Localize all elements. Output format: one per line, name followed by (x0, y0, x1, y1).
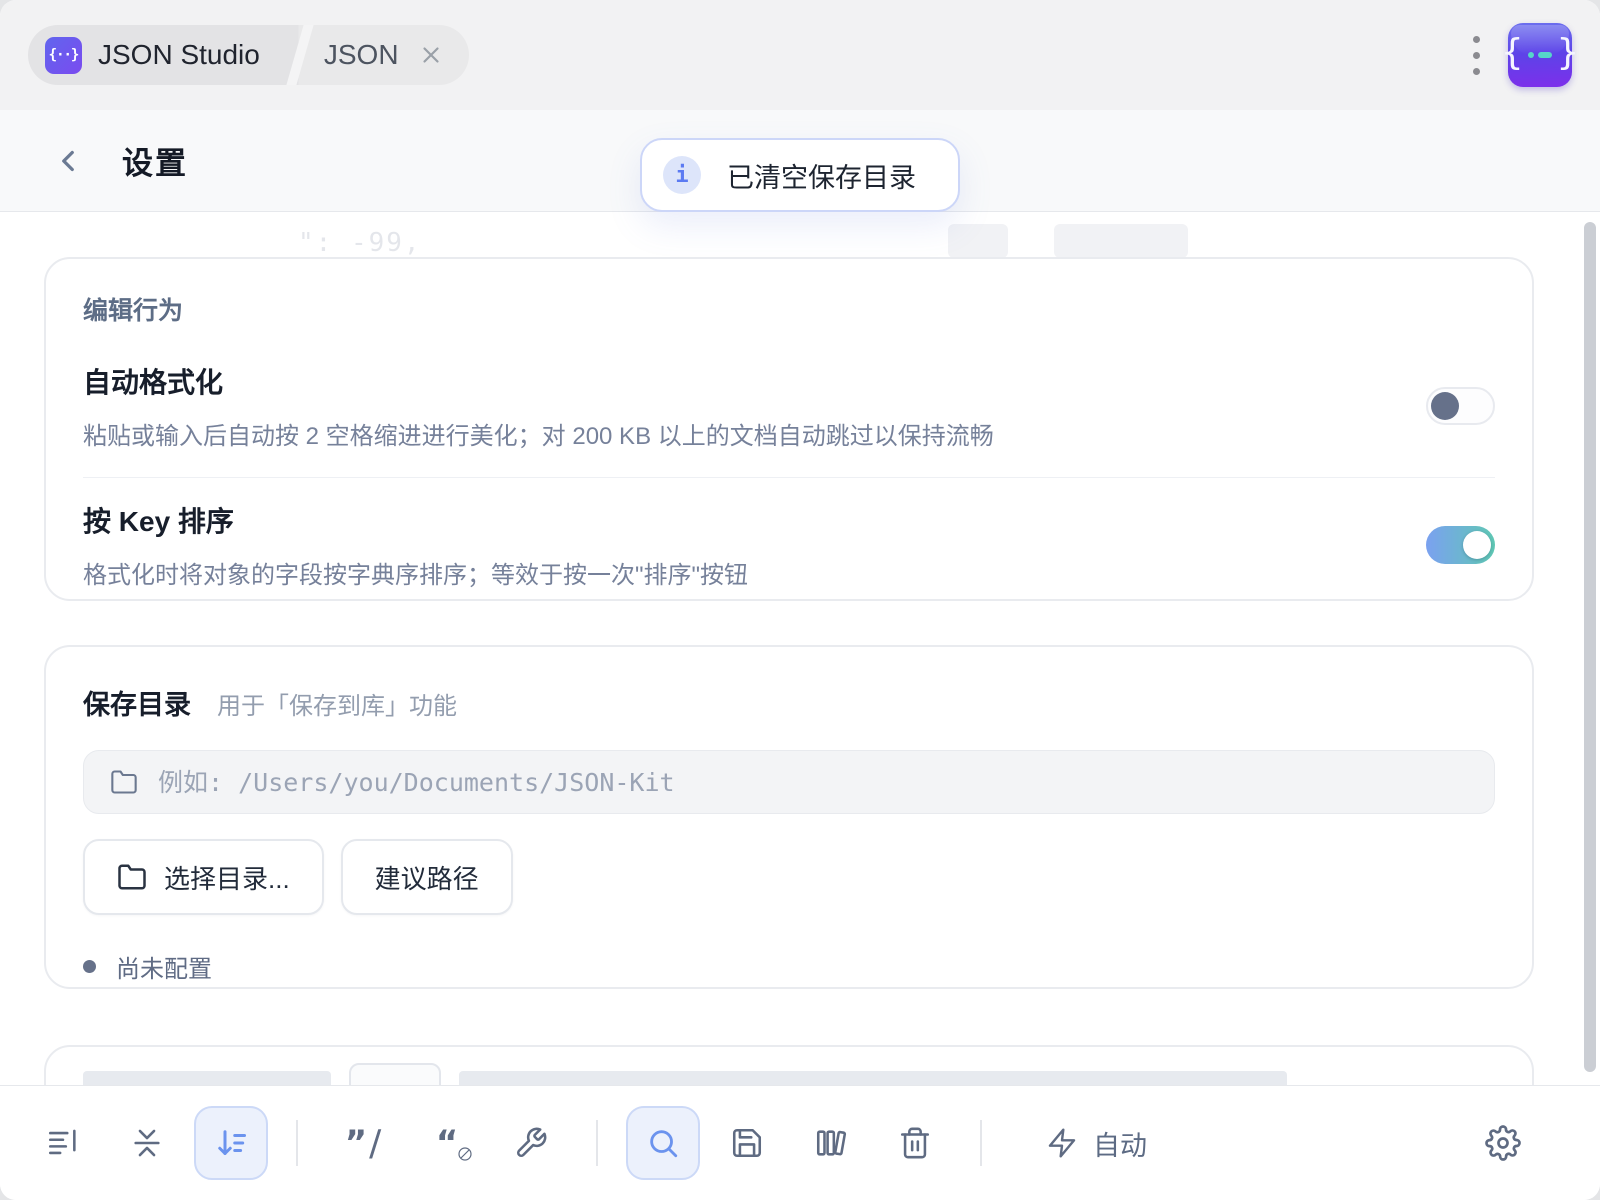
save-button[interactable] (710, 1106, 784, 1180)
choose-directory-label: 选择目录... (164, 859, 290, 896)
save-directory-subtitle: 用于「保存到库」功能 (217, 686, 457, 721)
setting-sortkeys-text: 按 Key 排序 格式化时将对象的字段按字典序排序；等效于按一次"排序"按钮 (83, 500, 748, 590)
setting-autoformat-text: 自动格式化 粘贴或输入后自动按 2 空格缩进进行美化；对 200 KB 以上的文… (83, 361, 994, 451)
save-directory-input[interactable] (158, 768, 1468, 797)
folder-icon (110, 768, 138, 796)
search-button[interactable] (626, 1106, 700, 1180)
minify-button[interactable] (110, 1106, 184, 1180)
toolbar-divider (596, 1120, 598, 1166)
sortkeys-toggle[interactable] (1426, 526, 1495, 564)
autoformat-toggle[interactable] (1426, 387, 1495, 425)
sort-keys-button[interactable] (194, 1106, 268, 1180)
app-logo-icon[interactable]: { } (1508, 23, 1572, 87)
format-icon (46, 1126, 80, 1160)
info-icon: i (663, 156, 701, 194)
setting-row-sortkeys: 按 Key 排序 格式化时将对象的字段按字典序排序；等效于按一次"排序"按钮 (46, 478, 1532, 616)
editor-ghost-text: ": -99, (298, 228, 422, 258)
search-icon (646, 1126, 680, 1160)
choose-directory-button[interactable]: 选择目录... (83, 839, 324, 915)
clear-button[interactable] (878, 1106, 952, 1180)
quotes-slash-icon: ”/ (341, 1121, 385, 1165)
folder-icon (117, 862, 147, 892)
bottom-toolbar: ”/ “ (0, 1085, 1600, 1200)
library-icon (814, 1126, 848, 1160)
editor-ghost-chip (948, 224, 1008, 258)
tab-app-label: JSON Studio (98, 39, 260, 71)
convert-quotes-button[interactable]: ”/ (326, 1106, 400, 1180)
tab-document[interactable]: JSON (314, 25, 469, 85)
setting-sortkeys-description: 格式化时将对象的字段按字典序排序；等效于按一次"排序"按钮 (83, 555, 748, 590)
setting-row-autoformat: 自动格式化 粘贴或输入后自动按 2 空格缩进进行美化；对 200 KB 以上的文… (46, 339, 1532, 477)
card-editing-behavior: 编辑行为 自动格式化 粘贴或输入后自动按 2 空格缩进进行美化；对 200 KB… (44, 257, 1534, 601)
card-partial-clipped-row (83, 1071, 1495, 1085)
scrollbar-thumb[interactable] (1584, 222, 1596, 1072)
trash-icon (898, 1126, 932, 1160)
logo-accent-marks (1528, 52, 1552, 58)
format-button[interactable] (26, 1106, 100, 1180)
wrench-icon (514, 1126, 548, 1160)
toolbar-divider (980, 1120, 982, 1166)
card-save-directory: 保存目录 用于「保存到库」功能 选择目录... 建议路径 (44, 645, 1534, 989)
toast-notification: i 已清空保存目录 (640, 138, 960, 212)
suggest-path-button[interactable]: 建议路径 (341, 839, 513, 915)
save-directory-status: 尚未配置 (83, 949, 1495, 984)
brace-right-glyph: } (1557, 35, 1579, 71)
strip-quotes-button[interactable]: “ (410, 1106, 484, 1180)
brace-left-glyph: { (1501, 35, 1523, 71)
editor-ghost-chip (1054, 224, 1188, 258)
toast-message: 已清空保存目录 (727, 156, 916, 195)
sort-descending-icon (213, 1125, 249, 1161)
settings-button[interactable] (1466, 1106, 1540, 1180)
card-editing-title: 编辑行为 (83, 291, 1495, 327)
status-dot-icon (83, 960, 96, 973)
back-button[interactable] (46, 139, 90, 183)
close-tab-icon[interactable] (417, 41, 445, 69)
quotes-off-icon: “ (425, 1121, 469, 1165)
tabstrip-right: { } (1467, 23, 1572, 87)
tab-document-label: JSON (324, 39, 399, 71)
tab-app[interactable]: {··} JSON Studio (28, 25, 286, 85)
gear-icon (1485, 1125, 1521, 1161)
collapse-vertical-icon (130, 1126, 164, 1160)
save-directory-title-row: 保存目录 用于「保存到库」功能 (83, 683, 1495, 722)
card-partial (44, 1045, 1534, 1085)
save-directory-field[interactable] (83, 750, 1495, 814)
save-directory-title: 保存目录 (83, 683, 191, 722)
library-button[interactable] (794, 1106, 868, 1180)
tab-group: {··} JSON Studio JSON (28, 25, 469, 85)
overflow-menu-icon[interactable] (1467, 30, 1486, 81)
toolbar-divider (296, 1120, 298, 1166)
status-text: 尚未配置 (116, 949, 212, 984)
setting-sortkeys-label: 按 Key 排序 (83, 500, 748, 540)
settings-header: 设置 i 已清空保存目录 (0, 110, 1600, 212)
save-directory-buttons: 选择目录... 建议路径 (83, 839, 1495, 915)
setting-autoformat-description: 粘贴或输入后自动按 2 空格缩进进行美化；对 200 KB 以上的文档自动跳过以… (83, 416, 994, 451)
save-icon (730, 1126, 764, 1160)
app-logo-mini-icon: {··} (45, 37, 82, 74)
tab-strip: {··} JSON Studio JSON { } (0, 0, 1600, 110)
settings-content: ": -99, 编辑行为 自动格式化 粘贴或输入后自动按 2 空格缩进进行美化；… (0, 212, 1600, 1085)
app-window: {··} JSON Studio JSON { } (0, 0, 1600, 1200)
setting-autoformat-label: 自动格式化 (83, 361, 994, 401)
auto-mode-button[interactable]: 自动 (1046, 1124, 1147, 1163)
repair-button[interactable] (494, 1106, 568, 1180)
zap-icon (1046, 1127, 1078, 1159)
suggest-path-label: 建议路径 (375, 859, 479, 896)
tab-separator (286, 25, 314, 85)
kbd-badge (349, 1063, 441, 1085)
auto-mode-label: 自动 (1093, 1124, 1147, 1163)
page-title: 设置 (122, 138, 188, 183)
